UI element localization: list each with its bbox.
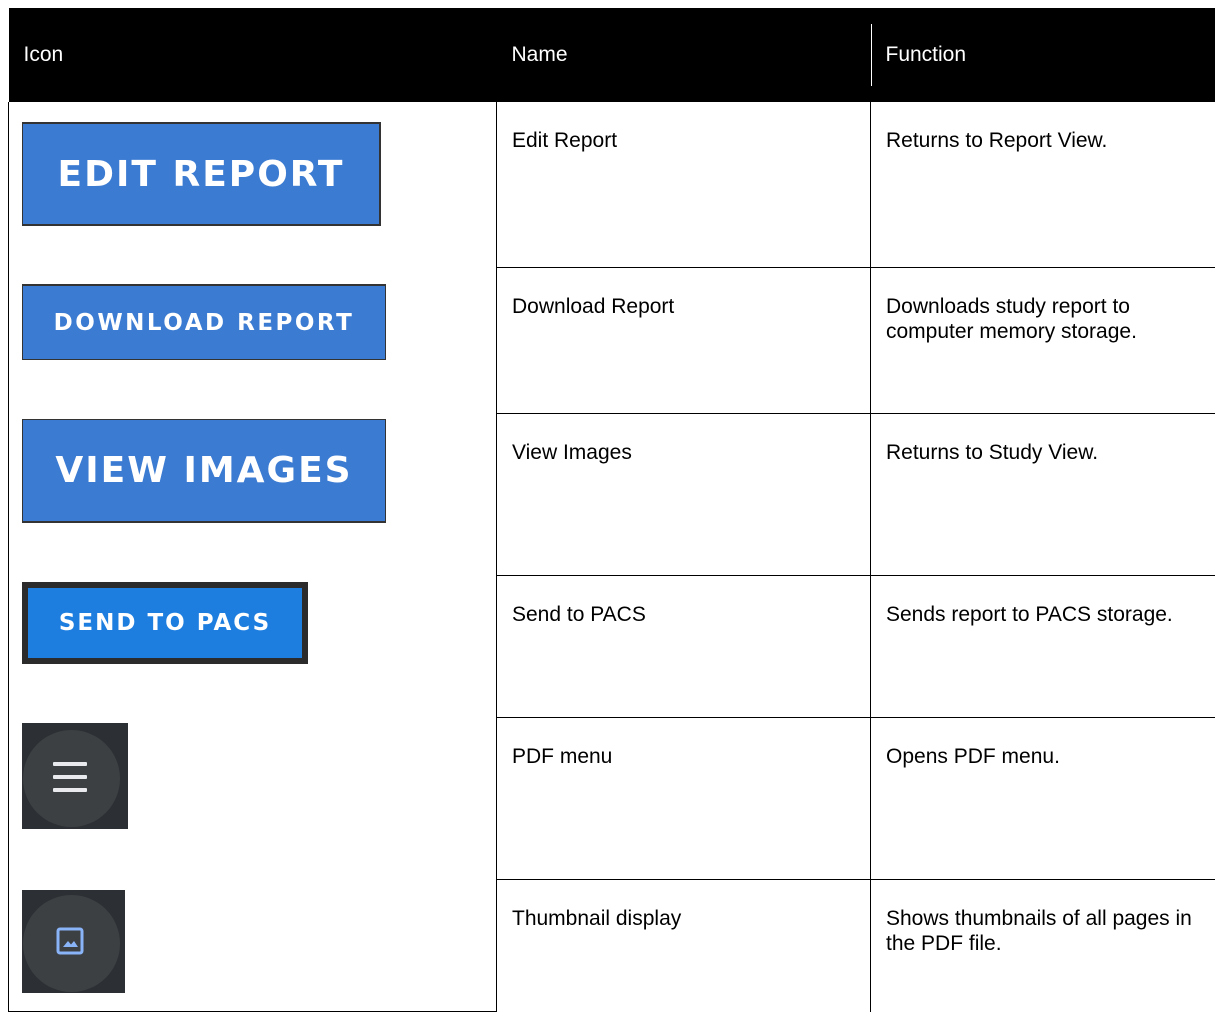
pdf-menu-button[interactable] [22, 723, 128, 829]
icon-images-layer: EDIT REPORT DOWNLOAD REPORT VIEW IMAGES … [8, 102, 496, 1019]
view-images-button[interactable]: VIEW IMAGES [22, 419, 386, 523]
header-name: Name [511, 43, 568, 66]
thumbnail-display-button[interactable] [22, 890, 125, 993]
row-function-download-report: Downloads study report to computer memor… [870, 267, 1215, 414]
edit-report-button[interactable]: EDIT REPORT [22, 122, 381, 226]
row-function-send-to-pacs: Sends report to PACS storage. [870, 575, 1215, 718]
menu-icon [53, 762, 87, 801]
row-name-pdf-menu: PDF menu [496, 717, 871, 880]
row-function-pdf-menu: Opens PDF menu. [870, 717, 1215, 880]
row-function-edit-report: Returns to Report View. [870, 102, 1215, 268]
image-icon [56, 927, 84, 955]
row-function-thumbnail-display: Shows thumbnails of all pages in the PDF… [870, 879, 1215, 1012]
download-report-button[interactable]: DOWNLOAD REPORT [22, 284, 386, 360]
row-name-thumbnail-display: Thumbnail display [496, 879, 871, 1012]
row-name-edit-report: Edit Report [496, 102, 871, 268]
row-name-download-report: Download Report [496, 267, 871, 414]
send-to-pacs-button[interactable]: SEND TO PACS [22, 582, 308, 664]
row-function-view-images: Returns to Study View. [870, 413, 1215, 576]
row-name-send-to-pacs: Send to PACS [496, 575, 871, 718]
row-name-view-images: View Images [496, 413, 871, 576]
header-function: Function [870, 8, 1215, 102]
table-header-row: Icon Name Function [8, 8, 1215, 102]
header-icon: Icon [23, 43, 64, 66]
